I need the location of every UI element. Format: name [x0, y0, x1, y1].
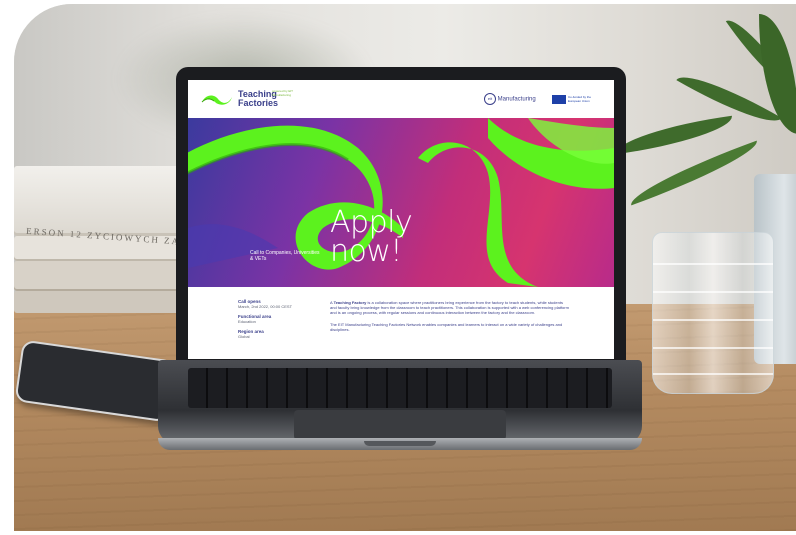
meta-item: Region area Global — [238, 329, 318, 339]
laptop-trackpad — [294, 410, 506, 440]
hero-subtitle: Call to Companies, Universities & VETs — [250, 250, 320, 262]
hero-title-line2: now! — [330, 234, 402, 269]
glass-rib — [653, 319, 773, 321]
site-header: Teaching Factories powered by EIT Manufa… — [188, 80, 614, 118]
logo-tagline: powered by EIT Manufacturing — [272, 89, 293, 97]
teaching-factories-logo-icon — [201, 95, 232, 105]
paragraph-body: is a collaboration space where practitio… — [330, 300, 569, 316]
laptop-keyboard — [188, 368, 612, 408]
laptop-notch — [364, 441, 436, 446]
eu-flag-icon — [552, 95, 566, 104]
hero-title: Apply now! — [330, 205, 413, 269]
water-glass — [652, 232, 774, 394]
eit-logo-text: Manufacturing — [497, 96, 536, 103]
logo-title-line2: Factories — [238, 98, 279, 108]
eu-logo-text: Co-funded by the European Union — [568, 95, 592, 103]
eit-circle-icon: eit — [484, 93, 496, 105]
description-paragraph-2: The EIT Manufacturing Teaching Factories… — [330, 321, 563, 332]
meta-value: March, 2nd 2022, 00:00 CEST — [238, 304, 293, 309]
hero-title-line1: Apply — [330, 205, 413, 240]
eu-cofunded-logo: Co-funded by the European Union — [552, 95, 604, 105]
glass-rib — [653, 291, 773, 293]
description-paragraph-1: A Teaching Factory is a collaboration sp… — [330, 300, 570, 316]
meta-item: Functional area Education — [238, 314, 318, 324]
call-meta: Call opens March, 2nd 2022, 00:00 CEST F… — [238, 299, 318, 344]
glass-rib — [653, 373, 773, 375]
content-section: Call opens March, 2nd 2022, 00:00 CEST F… — [188, 287, 614, 359]
meta-item: Call opens March, 2nd 2022, 00:00 CEST — [238, 299, 318, 309]
meta-value: Global — [238, 334, 250, 339]
product-photo: ERSON 12 ZYCIOWYCH ZASAD Teaching Factor… — [0, 0, 796, 535]
meta-value: Education — [238, 319, 256, 324]
laptop-screen: Teaching Factories powered by EIT Manufa… — [188, 80, 614, 359]
description-text: A Teaching Factory is a collaboration sp… — [330, 300, 570, 338]
eit-manufacturing-logo: eit Manufacturing — [484, 93, 539, 105]
glass-rib — [653, 347, 773, 349]
glass-rib — [653, 263, 773, 265]
